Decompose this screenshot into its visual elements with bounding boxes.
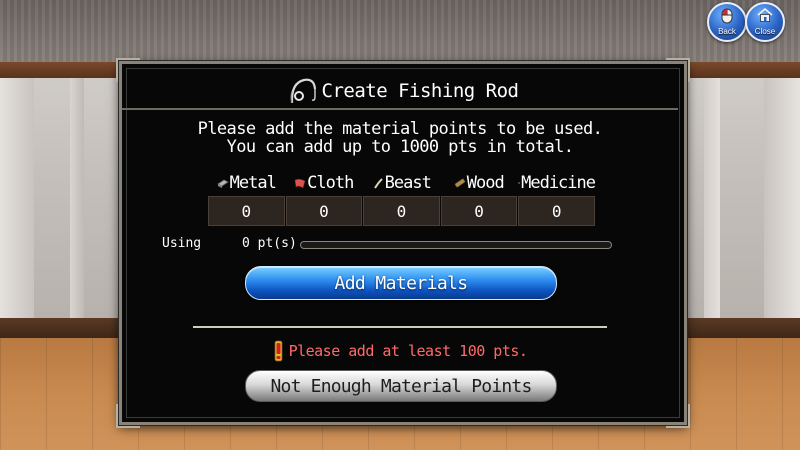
wood-icon <box>454 178 465 188</box>
material-header-cloth: Cloth <box>286 172 363 194</box>
exclamation-icon <box>274 340 282 362</box>
material-header-beast: Beast <box>363 172 440 194</box>
create-fishing-rod-dialog: Create Fishing Rod Please add the materi… <box>116 58 690 428</box>
usage-row: Using 0 pt(s) <box>162 236 662 254</box>
using-value: 0 pt(s) <box>242 236 297 251</box>
dialog-header: Create Fishing Rod <box>122 76 684 106</box>
warning-text: Please add at least 100 pts. <box>288 342 528 360</box>
material-header-metal: Metal <box>208 172 285 194</box>
material-value-cloth: 0 <box>285 196 363 226</box>
add-materials-button[interactable]: Add Materials <box>245 266 557 300</box>
close-button[interactable]: Close <box>745 2 785 42</box>
title-divider <box>122 108 678 110</box>
material-value-wood: 0 <box>440 196 518 226</box>
back-label: Back <box>718 27 736 36</box>
materials-table: Metal Cloth Beast Wood Medicine 0 0 0 0 … <box>208 172 596 226</box>
warning-message: Please add at least 100 pts. <box>122 340 678 362</box>
not-enough-label: Not Enough Material Points <box>270 375 533 397</box>
instruction-line: You can add up to 1000 pts in total. <box>226 137 574 157</box>
material-label: Metal <box>229 173 277 193</box>
frame-ornament <box>666 404 690 428</box>
metal-icon <box>216 179 229 188</box>
instructions: Please add the material points to be use… <box>122 120 678 156</box>
not-enough-points-button: Not Enough Material Points <box>245 370 557 402</box>
pillar <box>70 78 84 348</box>
frame-ornament <box>116 404 140 428</box>
material-value-beast: 0 <box>363 196 440 226</box>
close-label: Close <box>754 27 776 36</box>
material-header-wood: Wood <box>441 172 518 194</box>
using-label: Using <box>162 236 202 251</box>
back-button[interactable]: Back <box>707 2 747 42</box>
medicine-icon <box>518 182 520 184</box>
mouse-icon <box>721 8 733 24</box>
material-label: Wood <box>466 173 505 193</box>
cloth-icon <box>294 178 306 189</box>
material-value-medicine: 0 <box>518 196 595 226</box>
dialog-title: Create Fishing Rod <box>321 80 519 102</box>
section-divider <box>193 326 607 328</box>
pillar <box>704 78 720 348</box>
materials-header-row: Metal Cloth Beast Wood Medicine <box>208 172 596 194</box>
materials-values-row: 0 0 0 0 0 <box>208 196 596 226</box>
material-label: Medicine <box>521 173 596 193</box>
fishing-rod-icon <box>290 78 316 104</box>
home-icon <box>757 8 773 22</box>
usage-progress-bar <box>300 241 612 249</box>
add-materials-label: Add Materials <box>334 272 468 294</box>
beast-icon <box>373 178 383 189</box>
material-value-metal: 0 <box>208 196 285 226</box>
pillar <box>0 78 34 348</box>
instruction-line: Please add the material points to be use… <box>197 119 603 139</box>
material-header-medicine: Medicine <box>518 172 596 194</box>
material-label: Beast <box>384 173 432 193</box>
pillar <box>764 78 800 348</box>
material-label: Cloth <box>307 173 354 193</box>
